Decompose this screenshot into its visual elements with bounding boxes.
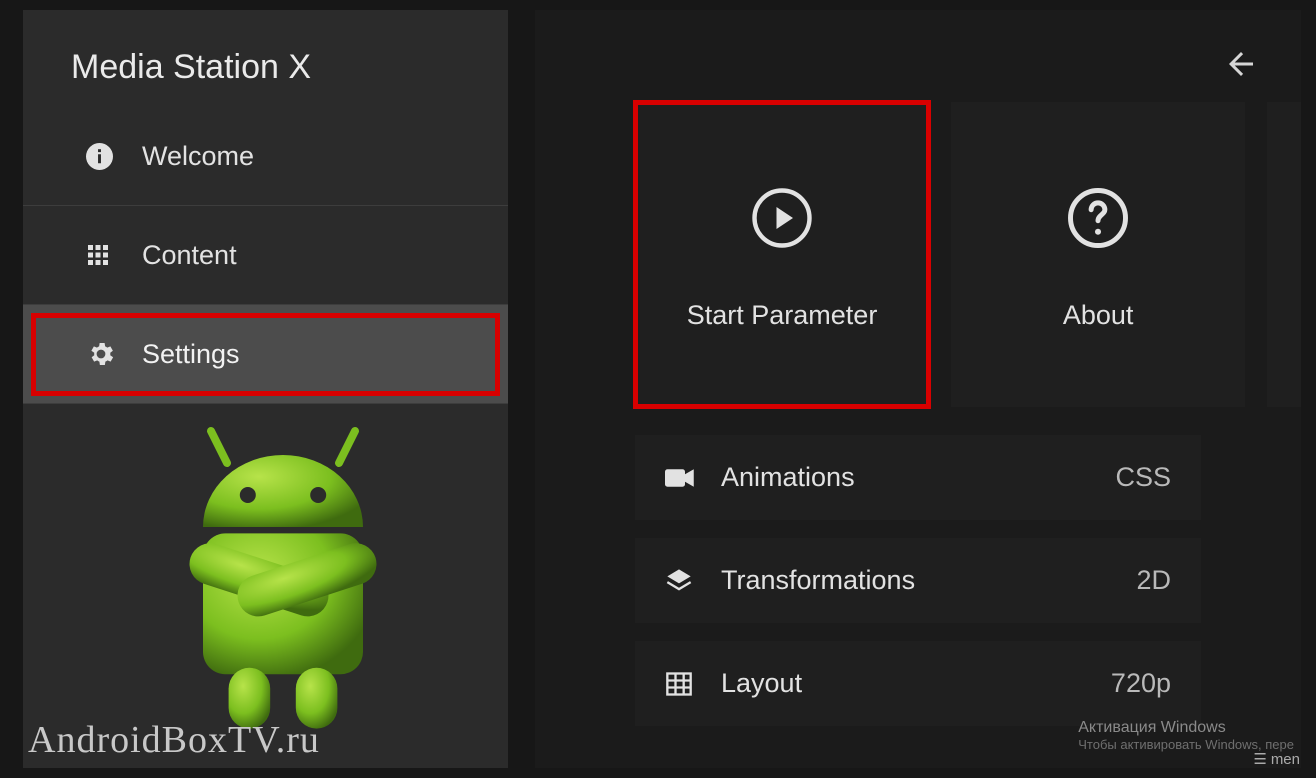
tile-start-parameter[interactable]: Start Parameter — [635, 102, 929, 407]
tile-label: Start Parameter — [687, 300, 878, 331]
row-animations[interactable]: Animations CSS — [635, 435, 1201, 520]
row-label: Layout — [721, 668, 1111, 699]
row-label: Transformations — [721, 565, 1136, 596]
row-transformations[interactable]: Transformations 2D — [635, 538, 1201, 623]
tile-about[interactable]: About — [951, 102, 1245, 407]
android-mascot — [118, 415, 448, 735]
row-value: 720p — [1111, 668, 1171, 699]
settings-rows: Animations CSS Transformations 2D Layout… — [635, 435, 1201, 726]
menu-hint-text: men — [1271, 751, 1300, 768]
sidebar-item-settings[interactable]: Settings — [23, 305, 508, 404]
main-panel: Start Parameter About Animations CSS — [535, 10, 1301, 768]
row-value: CSS — [1115, 462, 1171, 493]
windows-activation-notice: Активация Windows Чтобы активировать Win… — [1078, 719, 1294, 752]
play-circle-icon — [742, 178, 822, 258]
sidebar: Media Station X Welcome Content Settings — [23, 10, 508, 768]
watermark-text: AndroidBoxTV.ru — [28, 718, 320, 762]
camera-icon — [665, 466, 721, 490]
back-arrow-icon[interactable] — [1223, 46, 1259, 87]
info-icon — [86, 143, 142, 170]
menu-hint: ☰ men — [1253, 750, 1300, 768]
sidebar-title: Media Station X — [23, 10, 508, 87]
sidebar-item-content[interactable]: Content — [23, 206, 508, 305]
tile-next-partial[interactable] — [1267, 102, 1301, 407]
hamburger-icon: ☰ — [1253, 750, 1266, 768]
row-layout[interactable]: Layout 720p — [635, 641, 1201, 726]
tile-label: About — [1063, 300, 1134, 331]
sidebar-item-label: Settings — [142, 339, 240, 370]
sidebar-item-welcome[interactable]: Welcome — [23, 107, 508, 206]
grid-icon — [86, 243, 142, 267]
layout-grid-icon — [665, 670, 721, 698]
gear-icon — [86, 339, 142, 369]
row-label: Animations — [721, 462, 1115, 493]
tile-row: Start Parameter About — [635, 102, 1301, 407]
activation-line1: Активация Windows — [1078, 719, 1294, 737]
layers-icon — [665, 567, 721, 595]
sidebar-item-label: Content — [142, 240, 237, 271]
question-circle-icon — [1058, 178, 1138, 258]
sidebar-item-label: Welcome — [142, 141, 254, 172]
sidebar-nav: Welcome Content Settings — [23, 107, 508, 404]
row-value: 2D — [1136, 565, 1171, 596]
